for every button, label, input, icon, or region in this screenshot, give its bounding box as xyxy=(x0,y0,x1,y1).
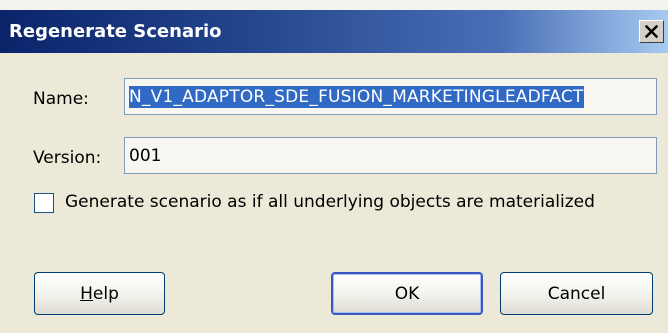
help-button[interactable]: Help xyxy=(34,272,165,315)
help-mnemonic: H xyxy=(80,283,93,304)
version-label: Version: xyxy=(33,148,102,168)
help-label: elp xyxy=(92,283,119,304)
name-field[interactable]: N_V1_ADAPTOR_SDE_FUSION_MARKETINGLEADFAC… xyxy=(124,78,657,115)
ok-button[interactable]: OK xyxy=(331,272,483,315)
name-label: Name: xyxy=(33,89,89,109)
dialog-titlebar[interactable]: Regenerate Scenario xyxy=(0,10,668,53)
name-value: N_V1_ADAPTOR_SDE_FUSION_MARKETINGLEADFAC… xyxy=(129,85,584,108)
materialize-checkbox[interactable] xyxy=(34,193,54,213)
cancel-label: Cancel xyxy=(547,283,606,304)
background-strip xyxy=(0,0,668,10)
close-icon xyxy=(645,25,658,38)
dialog-title: Regenerate Scenario xyxy=(9,21,222,42)
cancel-button[interactable]: Cancel xyxy=(500,272,653,315)
materialize-label[interactable]: Generate scenario as if all underlying o… xyxy=(65,192,595,212)
close-button[interactable] xyxy=(639,20,664,43)
version-field[interactable]: 001 xyxy=(124,137,657,174)
ok-label: OK xyxy=(394,283,420,304)
version-value: 001 xyxy=(129,145,162,166)
regenerate-scenario-dialog: Regenerate Scenario Name: N_V1_ADAPTOR_S… xyxy=(0,10,668,333)
